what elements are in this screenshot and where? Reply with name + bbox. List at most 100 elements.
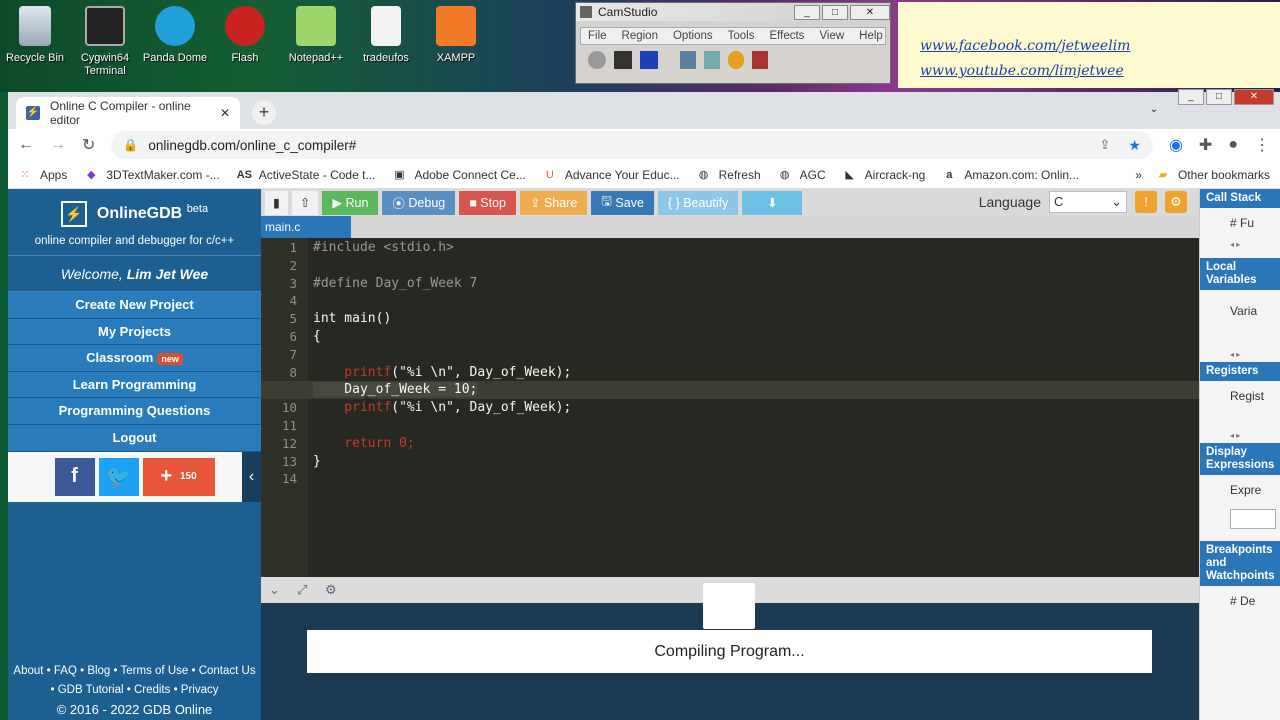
bookmark-activestate[interactable]: AS ActiveState - Code t... bbox=[237, 168, 376, 182]
pause-icon[interactable] bbox=[614, 51, 632, 69]
menu-help[interactable]: Help bbox=[852, 28, 891, 44]
bookmark-amazon[interactable]: a Amazon.com: Onlin... bbox=[942, 168, 1079, 182]
menu-tools[interactable]: Tools bbox=[721, 28, 763, 44]
registers-header[interactable]: Registers bbox=[1200, 362, 1280, 381]
stop-button[interactable]: ■ Stop bbox=[459, 190, 516, 215]
extension-icon[interactable]: ◉ bbox=[1169, 135, 1183, 155]
share-page-icon[interactable]: ⇪ bbox=[1099, 137, 1110, 153]
tradeufos-icon[interactable]: tradeufos bbox=[351, 6, 421, 65]
cygwin-terminal-icon[interactable]: Cygwin64 Terminal bbox=[70, 6, 140, 78]
menu-region[interactable]: Region bbox=[615, 28, 666, 44]
twitter-share-button[interactable]: 🐦 bbox=[98, 457, 139, 496]
bookmark-3dtextmaker[interactable]: ◆ 3DTextMaker.com -... bbox=[84, 168, 220, 182]
other-bookmarks[interactable]: ▰ Other bookmarks bbox=[1156, 168, 1270, 182]
browser-close-button[interactable]: ✕ bbox=[1234, 89, 1274, 105]
scrollbar[interactable]: ◂ ▸ bbox=[1230, 431, 1270, 440]
flash-icon[interactable]: Flash bbox=[210, 6, 280, 65]
addthis-share-button[interactable]: +150 bbox=[142, 457, 215, 496]
more-bookmarks-icon[interactable]: » bbox=[1135, 168, 1142, 182]
beautify-button[interactable]: { } Beautify bbox=[657, 190, 739, 215]
expression-input[interactable] bbox=[1230, 509, 1276, 529]
back-icon[interactable]: ← bbox=[18, 136, 34, 154]
new-file-button[interactable]: ▮ bbox=[265, 190, 288, 215]
breakpoints-header[interactable]: Breakpoints and Watchpoints bbox=[1200, 541, 1280, 586]
settings-gear-icon[interactable] bbox=[728, 51, 744, 69]
browser-tab[interactable]: ⚡ Online C Compiler - online editor ✕ bbox=[16, 97, 240, 129]
stop-icon[interactable] bbox=[640, 51, 658, 69]
puzzle-extensions-icon[interactable]: ✚ bbox=[1199, 135, 1212, 155]
url-input[interactable]: 🔒 onlinegdb.com/online_c_compiler# ⇪ ★ bbox=[111, 131, 1153, 159]
language-label: Language bbox=[978, 194, 1041, 210]
debug-button[interactable]: ⦿ Debug bbox=[382, 190, 456, 215]
close-button[interactable]: ✕ bbox=[850, 4, 890, 20]
bookmark-label: AGC bbox=[799, 167, 826, 182]
share-button[interactable]: ⇪ Share bbox=[519, 190, 588, 215]
settings-icon[interactable]: ⚙ bbox=[325, 582, 337, 598]
upload-button[interactable]: ⇧ bbox=[291, 190, 319, 215]
bookmark-star-icon[interactable]: ★ bbox=[1128, 137, 1141, 154]
save-button[interactable]: 🖫 Save bbox=[591, 190, 654, 215]
browser-minimize-button[interactable]: _ bbox=[1178, 89, 1204, 105]
run-button[interactable]: ▶ Run bbox=[322, 190, 379, 215]
minimize-button[interactable]: _ bbox=[794, 4, 820, 20]
xampp-icon[interactable]: XAMPP bbox=[421, 6, 491, 65]
bookmark-apps[interactable]: ⁙ Apps bbox=[18, 168, 67, 182]
brand-header[interactable]: ⚡ OnlineGDB beta online compiler and debu… bbox=[8, 189, 261, 256]
cursor-tool-icon[interactable] bbox=[752, 51, 768, 69]
menu-effects[interactable]: Effects bbox=[762, 28, 812, 44]
browser-menu-icon[interactable]: ⋮ bbox=[1254, 135, 1270, 155]
panda-dome-icon[interactable]: Panda Dome bbox=[140, 6, 210, 65]
facebook-share-button[interactable]: f bbox=[54, 457, 95, 496]
code-editor[interactable]: 1234567891011121314 #include <stdio.h>#d… bbox=[261, 238, 1199, 577]
profile-avatar[interactable]: ● bbox=[1228, 136, 1238, 154]
download-button[interactable]: ⬇ bbox=[742, 190, 803, 215]
line-number: 3 bbox=[289, 275, 297, 291]
nav-learn-programming[interactable]: Learn Programming bbox=[8, 371, 261, 399]
share-icon: ⇪ bbox=[529, 196, 544, 210]
file-tab-main-c[interactable]: main.c bbox=[261, 216, 351, 238]
bookmark-adobe-connect[interactable]: ▣ Adobe Connect Ce... bbox=[392, 168, 526, 182]
tab-close-icon[interactable]: ✕ bbox=[220, 106, 230, 120]
facebook-link[interactable]: www.facebook.com/jetweelim bbox=[920, 38, 1130, 54]
forward-icon[interactable]: → bbox=[50, 136, 66, 154]
expand-output-icon[interactable]: ⤢ bbox=[297, 582, 307, 598]
youtube-link[interactable]: www.youtube.com/limjetwee bbox=[920, 63, 1124, 79]
reload-icon[interactable]: ↻ bbox=[82, 135, 95, 155]
new-tab-button[interactable]: + bbox=[252, 101, 276, 125]
footer-links-2[interactable]: • GDB Tutorial • Credits • Privacy bbox=[8, 681, 261, 700]
file-icon: ▮ bbox=[273, 196, 280, 210]
footer-links-1[interactable]: About • FAQ • Blog • Terms of Use • Cont… bbox=[8, 662, 261, 681]
nav-my-projects[interactable]: My Projects bbox=[8, 318, 261, 346]
bookmark-agc[interactable]: ◍ AGC bbox=[778, 168, 826, 182]
info-icon[interactable]: ! bbox=[1135, 191, 1157, 213]
menu-view[interactable]: View bbox=[812, 28, 852, 44]
nav-classroom[interactable]: Classroom new bbox=[8, 345, 261, 372]
nav-create-new-project[interactable]: Create New Project bbox=[8, 292, 261, 319]
browser-maximize-button[interactable]: □ bbox=[1206, 89, 1232, 105]
recycle-bin-icon[interactable]: Recycle Bin bbox=[0, 6, 70, 65]
notepad-plus-plus-icon[interactable]: Notepad++ bbox=[281, 6, 351, 65]
annotate-icon[interactable] bbox=[704, 51, 720, 69]
language-select[interactable]: C ⌄ bbox=[1049, 191, 1127, 213]
region-icon[interactable] bbox=[680, 51, 696, 69]
plus-icon: + bbox=[160, 465, 172, 488]
bookmark-refresh[interactable]: ◍ Refresh bbox=[697, 168, 761, 182]
scrollbar[interactable]: ◂ ▸ bbox=[1230, 240, 1270, 249]
maximize-button[interactable]: □ bbox=[822, 4, 848, 20]
scrollbar[interactable]: ◂ ▸ bbox=[1230, 350, 1270, 359]
collapse-output-icon[interactable]: ⌄ bbox=[269, 582, 280, 598]
menu-options[interactable]: Options bbox=[666, 28, 721, 44]
display-expressions-header[interactable]: Display Expressions bbox=[1200, 443, 1280, 475]
folder-icon: ▰ bbox=[1158, 168, 1168, 181]
bookmark-aircrack[interactable]: ◣ Aircrack-ng bbox=[843, 168, 925, 182]
call-stack-header[interactable]: Call Stack bbox=[1200, 189, 1280, 208]
nav-programming-questions[interactable]: Programming Questions bbox=[8, 398, 261, 425]
tab-search-icon[interactable]: ⌄ bbox=[1144, 103, 1164, 119]
collapse-sidebar-chevron-icon[interactable]: ‹ bbox=[242, 451, 261, 502]
nav-logout[interactable]: Logout bbox=[8, 424, 261, 452]
record-icon[interactable] bbox=[588, 51, 606, 69]
local-variables-header[interactable]: Local Variables bbox=[1200, 258, 1280, 290]
settings-gear-icon[interactable]: ⚙ bbox=[1165, 191, 1187, 213]
bookmark-advance-education[interactable]: U Advance Your Educ... bbox=[543, 168, 680, 182]
menu-file[interactable]: File bbox=[581, 28, 615, 44]
